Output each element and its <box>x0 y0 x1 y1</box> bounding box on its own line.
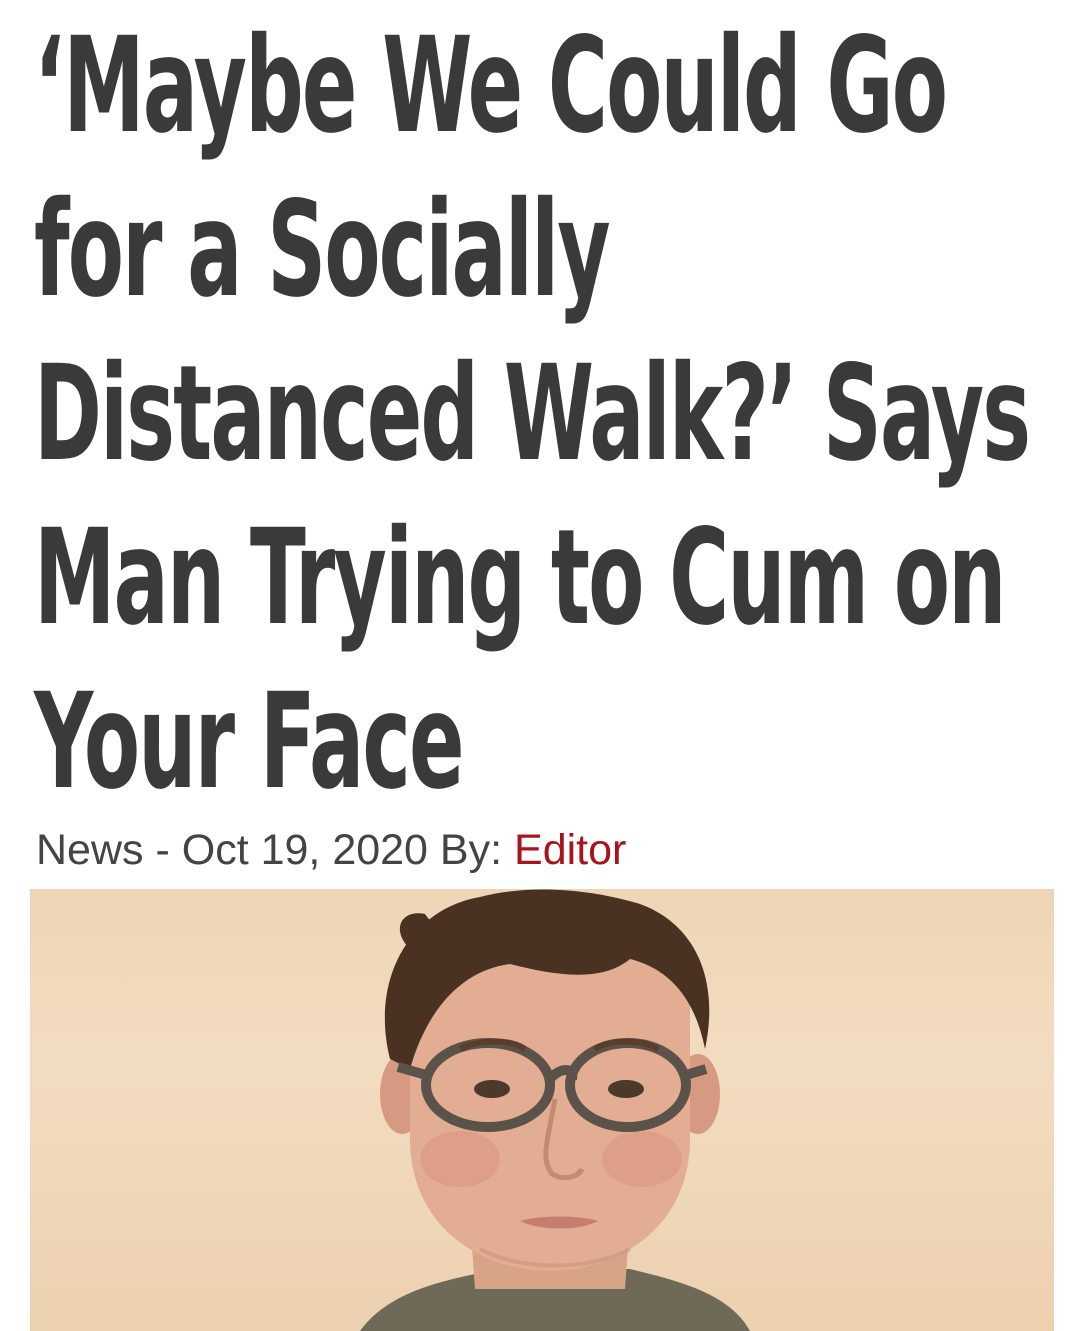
publish-date: Oct 19, 2020 <box>181 826 428 874</box>
headline-line: Distanced Walk?’ Says <box>34 337 1031 491</box>
headline-line: Your Face <box>34 665 465 819</box>
headline-line: Man Trying to Cum on <box>34 501 1006 655</box>
author-link[interactable]: Editor <box>514 826 626 874</box>
headline-line: ‘Maybe We Could Go <box>34 9 948 163</box>
portrait-illustration <box>360 889 750 1331</box>
headline-line: for a Socially <box>34 173 611 327</box>
article-headline[interactable]: ‘Maybe We Could Go for a Socially Distan… <box>34 4 1063 824</box>
article-meta: News - Oct 19, 2020 By: Editor <box>36 820 626 880</box>
category-link[interactable]: News <box>36 826 144 874</box>
article: ‘Maybe We Could Go for a Socially Distan… <box>0 0 1080 1331</box>
byline-label: By: <box>427 826 515 874</box>
article-photo <box>30 889 1054 1331</box>
meta-separator: - <box>143 826 182 874</box>
